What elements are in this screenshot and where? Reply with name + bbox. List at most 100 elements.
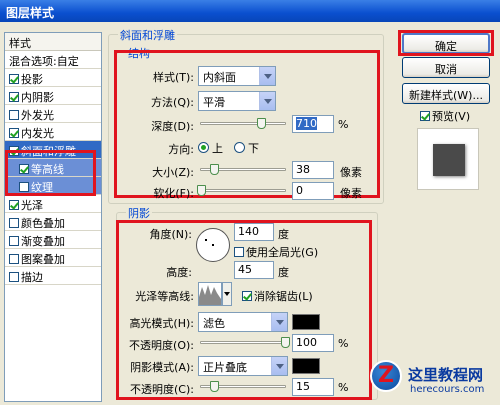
depth-unit: % [338, 118, 349, 131]
style-item-label: 外发光 [21, 109, 54, 122]
new-style-button[interactable]: 新建样式(W)... [402, 83, 490, 104]
shading-title: 阴影 [126, 205, 152, 221]
style-item-gradient-overlay[interactable]: 渐变叠加 [5, 231, 101, 249]
highlight-box-style-list [5, 150, 96, 196]
radio-icon[interactable] [198, 142, 209, 153]
gloss-contour-dropdown[interactable] [222, 282, 232, 306]
checkbox-icon[interactable] [9, 272, 19, 282]
shadow-mode-label: 阴影模式(A): [130, 361, 194, 374]
watermark-title: 这里教程网 [408, 366, 484, 384]
chevron-down-icon[interactable] [259, 67, 275, 85]
angle-label: 角度(N): [149, 228, 192, 241]
watermark-url: herecours.com [410, 384, 485, 395]
angle-unit: 度 [278, 228, 289, 241]
style-item-inner-shadow[interactable]: 内阴影 [5, 87, 101, 105]
checkbox-icon[interactable] [420, 111, 430, 121]
soften-slider-thumb[interactable] [197, 185, 206, 196]
depth-slider-thumb[interactable] [256, 118, 266, 129]
direction-label: 方向: [168, 143, 194, 156]
style-item-label: 渐变叠加 [21, 235, 65, 248]
checkbox-icon[interactable] [9, 236, 19, 246]
antialias-checkbox[interactable]: 消除锯齿(L) [242, 288, 313, 304]
highlight-opacity-slider[interactable] [200, 337, 290, 348]
style-item-label: 图案叠加 [21, 253, 65, 266]
styles-list: 样式 混合选项:自定 投影 内阴影 外发光 内发光 斜面和浮雕 等高线 纹理 光… [4, 32, 102, 402]
style-item-stroke[interactable]: 描边 [5, 267, 101, 285]
checkbox-icon[interactable] [234, 247, 244, 257]
checkbox-icon[interactable] [9, 74, 19, 84]
shadow-mode-select[interactable]: 正片叠底 [198, 356, 288, 376]
checkbox-icon[interactable] [9, 218, 19, 228]
chevron-down-icon[interactable] [259, 92, 275, 110]
style-item-label: 描边 [21, 271, 43, 284]
style-item-label: 投影 [21, 73, 43, 86]
chevron-down-icon[interactable] [271, 357, 287, 375]
style-label: 样式(T): [152, 71, 194, 84]
direction-up-radio[interactable]: 上 [198, 140, 223, 156]
preview-swatch [433, 144, 465, 176]
style-item-label: 光泽 [21, 199, 43, 212]
style-preview [417, 128, 479, 190]
cancel-button[interactable]: 取消 [402, 57, 490, 78]
shadow-color-swatch[interactable] [292, 358, 320, 374]
size-input[interactable]: 38 [292, 161, 334, 179]
shadow-opacity-slider[interactable] [200, 381, 286, 392]
highlight-mode-select[interactable]: 滤色 [198, 312, 288, 332]
shadow-opacity-thumb[interactable] [209, 381, 219, 392]
highlight-opacity-unit: % [338, 337, 349, 350]
size-slider[interactable] [200, 164, 286, 175]
highlight-opacity-label: 不透明度(O): [129, 339, 194, 352]
styles-header: 样式 [5, 33, 101, 51]
soften-slider[interactable] [197, 185, 286, 196]
gloss-contour-swatch[interactable] [198, 282, 222, 306]
altitude-unit: 度 [278, 266, 289, 279]
size-unit: 像素 [340, 166, 362, 179]
style-item-satin[interactable]: 光泽 [5, 195, 101, 213]
bevel-style-value: 内斜面 [203, 71, 236, 84]
style-item-inner-glow[interactable]: 内发光 [5, 123, 101, 141]
style-item-pattern-overlay[interactable]: 图案叠加 [5, 249, 101, 267]
chevron-down-icon[interactable] [271, 313, 287, 331]
checkbox-icon[interactable] [9, 92, 19, 102]
size-label: 大小(Z): [152, 166, 194, 179]
style-item-drop-shadow[interactable]: 投影 [5, 69, 101, 87]
preview-checkbox[interactable]: 预览(V) [420, 108, 470, 124]
highlight-box-ok [398, 30, 494, 56]
dialog-client: 样式 混合选项:自定 投影 内阴影 外发光 内发光 斜面和浮雕 等高线 纹理 光… [0, 22, 500, 405]
size-slider-thumb[interactable] [209, 164, 219, 175]
technique-select[interactable]: 平滑 [198, 91, 276, 111]
global-light-checkbox[interactable]: 使用全局光(G) [234, 244, 318, 260]
soften-input[interactable]: 0 [292, 182, 334, 200]
gloss-contour-label: 光泽等高线: [135, 290, 194, 303]
radio-icon[interactable] [234, 142, 245, 153]
depth-slider[interactable] [200, 118, 286, 129]
depth-label: 深度(D): [151, 120, 194, 133]
highlight-opacity-thumb[interactable] [281, 337, 290, 348]
altitude-input[interactable]: 45 [234, 261, 274, 279]
checkbox-icon[interactable] [9, 200, 19, 210]
bevel-style-select[interactable]: 内斜面 [198, 66, 276, 86]
altitude-label: 高度: [166, 266, 192, 279]
shadow-opacity-input[interactable]: 15 [292, 378, 334, 396]
highlight-mode-label: 高光模式(H): [129, 317, 194, 330]
style-item-label: 内发光 [21, 127, 54, 140]
depth-input[interactable]: 710 [292, 115, 334, 133]
checkbox-icon[interactable] [9, 128, 19, 138]
style-item-color-overlay[interactable]: 颜色叠加 [5, 213, 101, 231]
style-item-outer-glow[interactable]: 外发光 [5, 105, 101, 123]
direction-down-radio[interactable]: 下 [234, 140, 259, 156]
checkbox-icon[interactable] [9, 110, 19, 120]
highlight-color-swatch[interactable] [292, 314, 320, 330]
bevel-emboss-title: 斜面和浮雕 [118, 27, 177, 43]
highlight-opacity-input[interactable]: 100 [292, 334, 334, 352]
contour-curve-icon [199, 285, 221, 305]
checkbox-icon[interactable] [242, 291, 252, 301]
shadow-opacity-unit: % [338, 381, 349, 394]
style-item-blending-options[interactable]: 混合选项:自定 [5, 51, 101, 69]
watermark-logo: Z [370, 360, 402, 392]
shadow-opacity-label: 不透明度(C): [130, 383, 194, 396]
style-item-label: 颜色叠加 [21, 217, 65, 230]
checkbox-icon[interactable] [9, 254, 19, 264]
angle-dial[interactable] [196, 228, 230, 262]
angle-input[interactable]: 140 [234, 223, 274, 241]
